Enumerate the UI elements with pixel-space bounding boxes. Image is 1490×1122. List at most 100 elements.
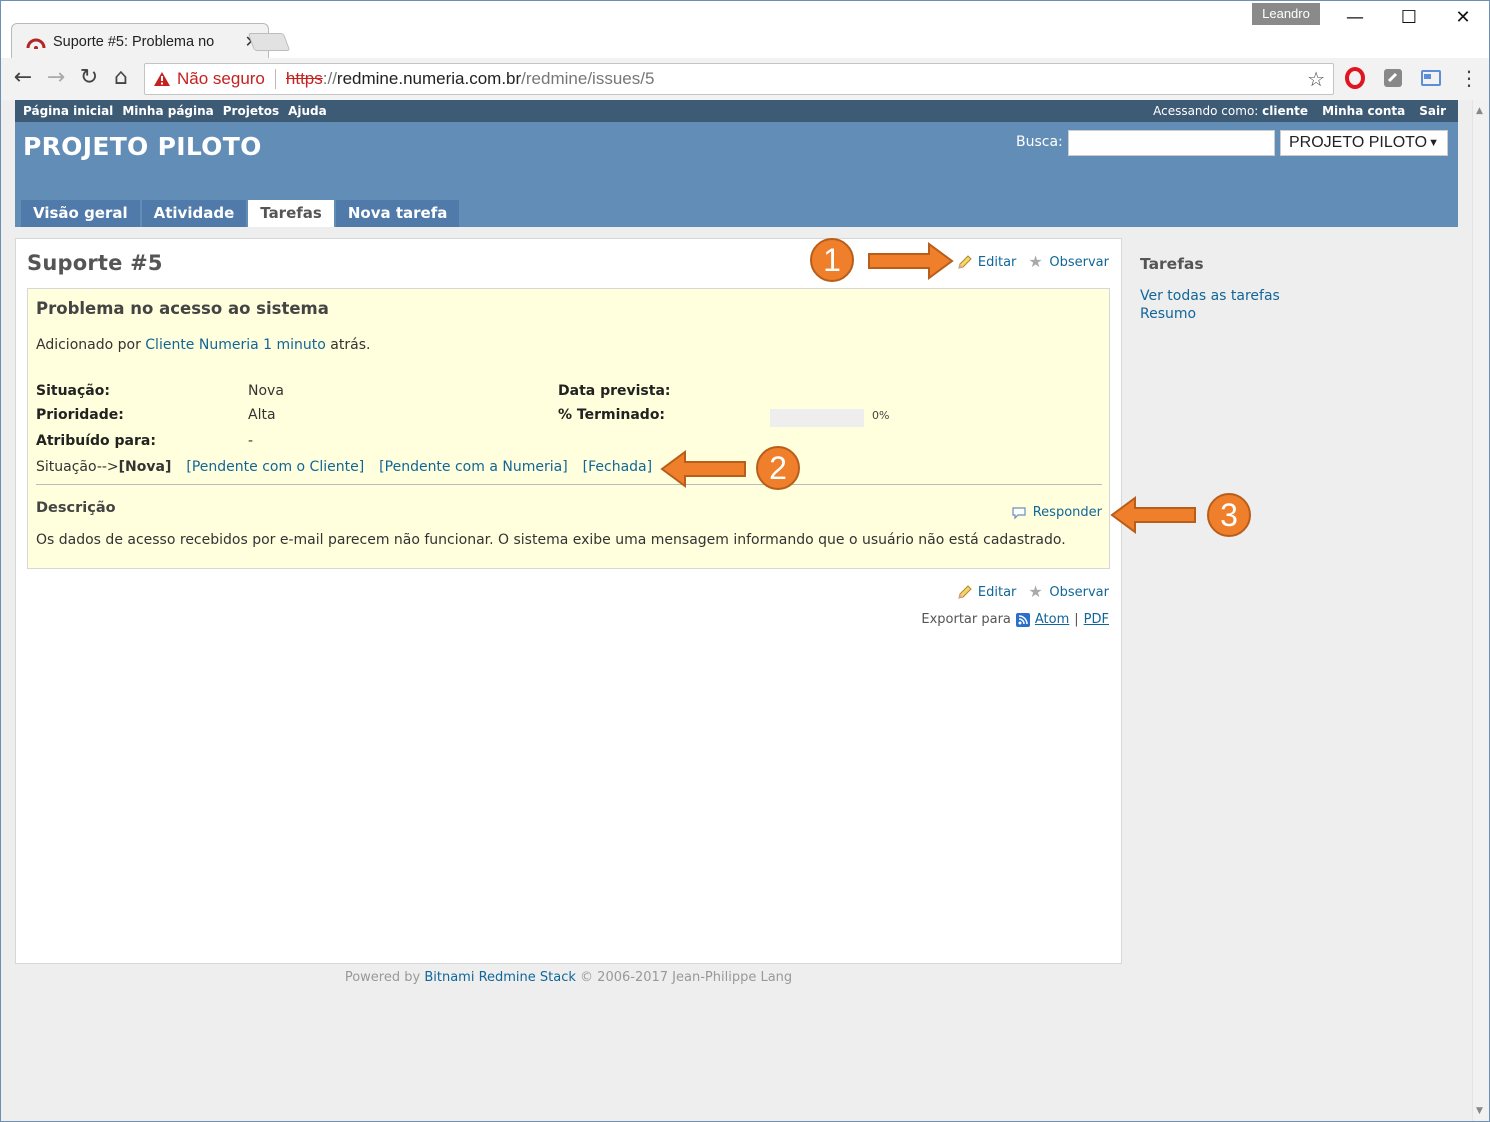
cast-extension-icon[interactable]	[1420, 67, 1442, 89]
search-label: Busca:	[1016, 134, 1063, 150]
project-select-value: PROJETO PILOTO	[1289, 134, 1428, 151]
home-icon[interactable]: ⌂	[108, 66, 134, 92]
url-scheme-separator: ://	[322, 69, 337, 88]
edit-link-top[interactable]: Editar	[957, 254, 1017, 270]
minimize-icon[interactable]: —	[1332, 5, 1378, 31]
transition-pending-numeria[interactable]: [Pendente com a Numeria]	[379, 459, 567, 475]
close-window-icon[interactable]: ✕	[1440, 5, 1486, 31]
logged-as-user[interactable]: cliente	[1262, 104, 1308, 118]
address-bar[interactable]: Não seguro https :// redmine.numeria.com…	[144, 63, 1334, 95]
bookmark-star-icon[interactable]: ☆	[1307, 67, 1325, 92]
status-label: Situação:	[36, 383, 110, 399]
export-links: Exportar para Atom | PDF	[921, 612, 1109, 627]
page-viewport: Página inicial Minha página Projetos Aju…	[1, 100, 1472, 1121]
footer: Powered by Bitnami Redmine Stack © 2006-…	[15, 970, 1122, 985]
url-path: /redmine/issues/5	[521, 69, 655, 88]
annotation-marker-1: 1	[810, 238, 854, 282]
feed-icon	[1015, 612, 1030, 627]
extension-icon[interactable]	[1382, 67, 1404, 89]
footer-powered-by: Powered by	[344, 970, 421, 985]
priority-value: Alta	[248, 407, 276, 423]
omnibox-separator	[274, 69, 276, 89]
priority-label: Prioridade:	[36, 407, 124, 423]
not-secure-label: Não seguro	[177, 69, 265, 88]
status-transitions: Situação-->[Nova] [Pendente com o Client…	[36, 459, 652, 475]
scroll-down-icon[interactable]: ▼	[1476, 1106, 1483, 1116]
reload-icon[interactable]: ↻	[76, 66, 102, 92]
dropdown-caret-icon: ▼	[1428, 137, 1439, 149]
export-pdf-link[interactable]: PDF	[1084, 612, 1109, 627]
browser-titlebar: Suporte #5: Problema no ✕ Leandro — ☐ ✕	[1, 1, 1489, 58]
scroll-up-icon[interactable]: ▲	[1476, 106, 1483, 116]
sidebar-link-summary[interactable]: Resumo	[1140, 305, 1440, 323]
watch-star-icon: ★	[1028, 252, 1043, 271]
issue-details-box: Problema no acesso ao sistema Adicionado…	[27, 288, 1110, 569]
search-input[interactable]	[1068, 130, 1275, 156]
watch-link-top[interactable]: ★ Observar	[1028, 254, 1109, 270]
issue-actions-bottom: Editar ★ Observar	[957, 584, 1109, 600]
project-jump-select[interactable]: PROJETO PILOTO ▼	[1280, 130, 1448, 156]
watch-link-bottom[interactable]: ★ Observar	[1028, 584, 1109, 600]
my-account-link[interactable]: Minha conta	[1322, 104, 1405, 118]
logout-link[interactable]: Sair	[1419, 104, 1446, 118]
tab-overview[interactable]: Visão geral	[21, 200, 140, 227]
author-link[interactable]: Cliente Numeria	[145, 337, 258, 353]
browser-tab[interactable]: Suporte #5: Problema no ✕	[11, 23, 269, 58]
reply-link[interactable]: Responder	[1011, 505, 1102, 520]
edit-label: Editar	[977, 254, 1017, 270]
annotation-marker-2: 2	[756, 446, 800, 490]
tab-title: Suporte #5: Problema no	[53, 34, 215, 50]
done-ratio-progress-bar	[770, 409, 864, 427]
watch-star-icon: ★	[1028, 582, 1043, 601]
top-menu-help[interactable]: Ajuda	[288, 104, 327, 118]
warning-icon	[153, 71, 171, 87]
project-title: PROJETO PILOTO	[23, 132, 262, 161]
browser-window: Suporte #5: Problema no ✕ Leandro — ☐ ✕ …	[0, 0, 1490, 1122]
transition-current: Situação-->[Nova]	[36, 459, 171, 475]
tab-activity[interactable]: Atividade	[141, 200, 247, 227]
sidebar: Tarefas Ver todas as tarefas Resumo	[1140, 255, 1440, 323]
new-tab-button[interactable]	[247, 33, 291, 51]
issue-author-line: Adicionado por Cliente Numeria 1 minuto …	[36, 337, 370, 353]
time-ago-link[interactable]: 1 minuto	[263, 337, 326, 353]
edit-link-bottom[interactable]: Editar	[957, 584, 1017, 600]
transition-pending-client[interactable]: [Pendente com o Cliente]	[186, 459, 364, 475]
redmine-favicon-icon	[26, 35, 46, 50]
description-text: Os dados de acesso recebidos por e-mail …	[36, 532, 1066, 548]
transition-closed[interactable]: [Fechada]	[583, 459, 652, 475]
sidebar-title: Tarefas	[1140, 255, 1204, 273]
edit-label: Editar	[977, 584, 1017, 600]
browser-menu-icon[interactable]: ⋮	[1456, 66, 1482, 92]
top-menu-projects[interactable]: Projetos	[223, 104, 279, 118]
sidebar-link-all-issues[interactable]: Ver todas as tarefas	[1140, 287, 1440, 305]
profile-badge[interactable]: Leandro	[1252, 3, 1320, 25]
annotation-arrow-3	[1110, 496, 1196, 534]
due-date-label: Data prevista:	[558, 383, 671, 399]
issue-actions-top: Editar ★ Observar	[957, 254, 1109, 270]
issue-subject: Problema no acesso ao sistema	[36, 299, 329, 318]
top-menu-my-page[interactable]: Minha página	[122, 104, 213, 118]
browser-toolbar: ← → ↻ ⌂ Não seguro https :// redmine.num…	[1, 58, 1489, 100]
export-atom-link[interactable]: Atom	[1035, 612, 1069, 627]
opera-extension-icon[interactable]	[1344, 67, 1366, 89]
top-menu-home[interactable]: Página inicial	[23, 104, 113, 118]
export-label: Exportar para	[921, 612, 1011, 627]
export-separator: |	[1074, 612, 1079, 627]
back-icon[interactable]: ←	[10, 66, 36, 92]
forward-icon[interactable]: →	[43, 66, 69, 92]
maximize-icon[interactable]: ☐	[1386, 5, 1432, 31]
tab-new-issue[interactable]: Nova tarefa	[335, 200, 460, 227]
divider	[36, 484, 1102, 485]
logged-as: Acessando como: cliente	[1153, 104, 1308, 118]
watch-label: Observar	[1049, 584, 1109, 600]
vertical-scrollbar[interactable]: ▲ ▼	[1472, 100, 1489, 1121]
comment-icon	[1011, 506, 1027, 520]
tab-issues[interactable]: Tarefas	[248, 200, 334, 227]
url-host: redmine.numeria.com.br	[336, 69, 522, 88]
annotation-arrow-1	[868, 242, 954, 280]
reply-label: Responder	[1032, 505, 1102, 520]
url-scheme: https	[285, 69, 323, 88]
footer-link[interactable]: Bitnami Redmine Stack	[424, 970, 576, 985]
status-value: Nova	[248, 383, 284, 399]
time-suffix: atrás.	[330, 337, 371, 353]
